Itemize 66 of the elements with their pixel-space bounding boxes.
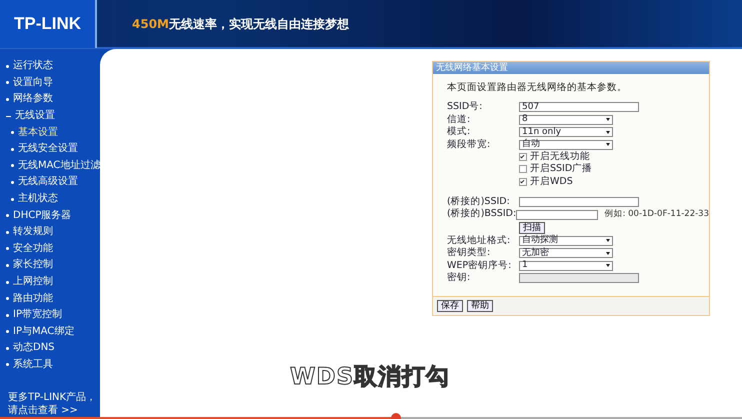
checkbox-label: 开启WDS — [530, 174, 573, 189]
dropdown[interactable]: 8 — [519, 114, 613, 125]
checkbox-label: 开启无线功能 — [530, 150, 590, 163]
field-label: 密钥类型: — [447, 247, 490, 258]
text-field[interactable] — [516, 210, 598, 220]
logo: TP-LINK — [0, 0, 97, 48]
caret-icon — [606, 252, 610, 255]
checkbox[interactable] — [519, 165, 527, 174]
panel-button[interactable]: 帮助 — [467, 300, 493, 312]
sidebar-item[interactable]: 转发规则 — [0, 224, 100, 241]
sidebar-item[interactable]: 无线设置 — [0, 108, 100, 124]
sidebar-item[interactable]: 安全功能 — [0, 240, 100, 258]
subtitle-caption: WDS取消打勾 — [290, 363, 450, 392]
bullet-icon — [11, 148, 14, 151]
sidebar-item[interactable]: 系统工具 — [0, 356, 100, 374]
sidebar-item[interactable]: 路由功能 — [0, 290, 100, 307]
sidebar-subitem[interactable]: 无线高级设置 — [0, 174, 100, 191]
sidebar-item[interactable]: 网络参数 — [0, 91, 100, 108]
caret-icon — [606, 118, 610, 122]
field-label: 无线地址格式: — [447, 234, 510, 246]
field-label: 模式: — [447, 126, 470, 138]
dropdown[interactable]: 1 — [519, 260, 613, 271]
bullet-icon — [11, 198, 14, 201]
field-hint: 例如: 00-1D-0F-11-22-33 — [604, 208, 709, 221]
sidebar-subitem[interactable]: 无线安全设置 — [0, 140, 100, 158]
text-field[interactable]: 507 — [519, 102, 639, 112]
sidebar-subitem[interactable]: 主机状态 — [0, 190, 100, 208]
sidebar-item[interactable]: IP与MAC绑定 — [0, 324, 100, 340]
promo-link[interactable]: 请点击查看 >> — [8, 404, 100, 418]
scan-button[interactable]: 扫描 — [519, 222, 545, 234]
dropdown[interactable]: 无加密 — [519, 248, 613, 258]
caret-icon — [606, 130, 610, 134]
sidebar-item[interactable]: 设置向导 — [0, 74, 100, 92]
sidebar-item[interactable]: IP带宽控制 — [0, 306, 100, 324]
sidebar-subitem[interactable]: 无线MAC地址过滤 — [0, 158, 100, 174]
field-label: 密钥: — [447, 272, 470, 284]
checkbox[interactable] — [519, 178, 527, 186]
promo-link[interactable]: 更多TP-LINK产品， — [8, 391, 100, 404]
panel-description: 本页面设置路由器无线网络的基本参数。 — [446, 81, 628, 95]
sidebar-item[interactable]: DHCP服务器 — [0, 207, 100, 224]
slogan: 450M无线速率，实现无线自由连接梦想 — [132, 16, 349, 32]
dropdown[interactable]: 自动 — [519, 140, 613, 150]
checkbox-label: 开启SSID广播 — [530, 162, 592, 176]
field-label: (桥接的)SSID: — [447, 196, 510, 208]
field-label: WEP密钥序号: — [447, 260, 512, 271]
panel-button[interactable]: 保存 — [437, 300, 463, 312]
field-label: 信道: — [447, 114, 470, 125]
field-label: (桥接的)BSSID: — [447, 208, 516, 220]
field-label: SSID号: — [447, 101, 482, 112]
dropdown[interactable]: 自动探测 — [519, 236, 613, 246]
bullet-icon — [11, 164, 14, 168]
sidebar-item[interactable]: 运行状态 — [0, 58, 100, 75]
text-field[interactable] — [519, 197, 639, 208]
bullet-icon — [11, 180, 14, 184]
sidebar-item[interactable]: 上网控制 — [0, 274, 100, 290]
field-label: 频段带宽: — [447, 138, 490, 150]
panel-title: 无线网络基本设置 — [433, 62, 709, 74]
caret-icon — [606, 143, 610, 146]
caret-icon — [606, 239, 610, 242]
bullet-icon — [11, 131, 14, 134]
sidebar-item[interactable]: 动态DNS — [0, 340, 100, 357]
sidebar-subitem[interactable]: 基本设置 — [0, 124, 100, 141]
caret-icon — [606, 264, 610, 268]
sidebar-item[interactable]: 家长控制 — [0, 257, 100, 274]
checkbox[interactable] — [519, 153, 527, 161]
dropdown[interactable]: 11n only — [519, 127, 613, 138]
